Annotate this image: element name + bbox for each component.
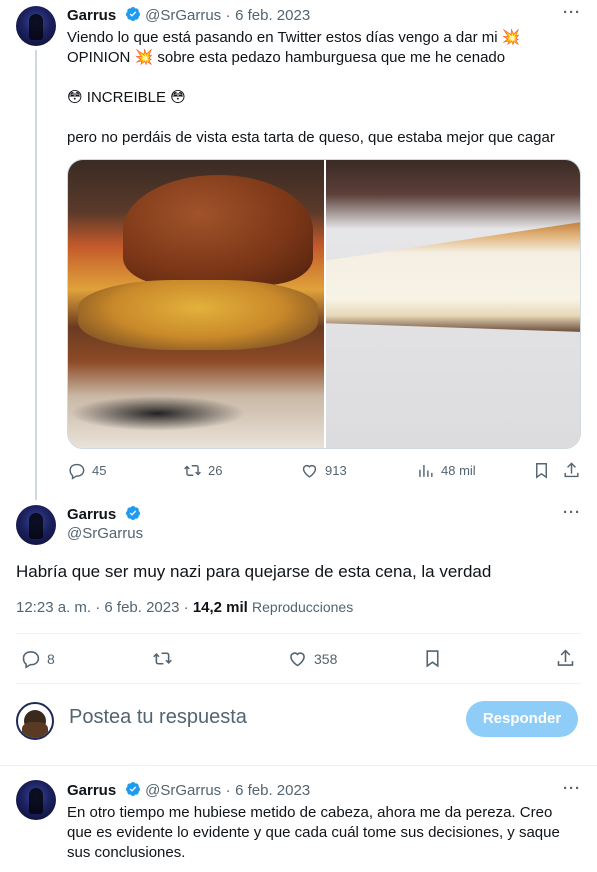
separator-dot: · [225, 782, 231, 799]
reply-icon [69, 463, 85, 480]
tweet-date[interactable]: 6 feb. 2023 [235, 782, 310, 799]
repost-icon [184, 465, 201, 476]
bookmark-icon [536, 463, 547, 479]
author-name[interactable]: Garrus [67, 7, 116, 24]
repost-icon [153, 652, 172, 665]
more-options-icon[interactable]: ··· [563, 780, 581, 797]
tweet-header: Garrus @SrGarrus · 6 feb. 2023 [67, 6, 310, 25]
tweet-date[interactable]: 6 feb. 2023 [235, 7, 310, 24]
user-avatar[interactable] [16, 702, 54, 740]
reply-count: 8 [47, 650, 55, 667]
tweet-text-line: pero no perdáis de vista esta tarta de q… [67, 129, 555, 146]
reply-submit-button[interactable]: Responder [466, 701, 578, 737]
cheesecake-photo[interactable] [326, 160, 580, 448]
main-tweet-text: Habría que ser muy nazi para quejarse de… [16, 562, 492, 581]
views-chart-icon [419, 464, 433, 477]
views-count: 48 mil [441, 463, 476, 478]
divider [16, 683, 581, 684]
repost-button[interactable]: 26 [183, 461, 222, 480]
tweet-media[interactable] [67, 159, 581, 449]
repost-count: 26 [208, 463, 223, 478]
author-avatar[interactable] [16, 505, 56, 545]
verified-badge-icon [125, 7, 140, 21]
reply-button[interactable]: 45 [67, 461, 106, 480]
share-icon [557, 649, 574, 666]
bookmark-button[interactable] [532, 461, 551, 480]
more-options-icon[interactable]: ··· [563, 504, 581, 521]
separator-dot: · [225, 7, 231, 24]
share-icon [564, 462, 579, 478]
separator-dot: · [95, 599, 101, 616]
views-label: Reproducciones [252, 599, 354, 615]
divider [16, 633, 581, 634]
main-tweet-author: Garrus [67, 505, 141, 524]
burger-photo[interactable] [68, 160, 324, 448]
views-count: 14,2 mil [192, 599, 248, 616]
verified-badge-icon [125, 782, 140, 796]
tweet-text-line: sus conclusiones. [67, 844, 186, 861]
like-count: 913 [325, 463, 347, 478]
verified-badge-icon [125, 506, 140, 520]
heart-icon [302, 464, 317, 478]
share-button[interactable] [555, 648, 576, 669]
tweet-time[interactable]: 12:23 a. m. [16, 599, 91, 616]
bookmark-icon [426, 650, 439, 668]
author-handle[interactable]: @SrGarrus [67, 525, 143, 542]
tweet-meta: 12:23 a. m. · 6 feb. 2023 · 14,2 mil Rep… [16, 599, 353, 616]
separator-dot: · [183, 599, 189, 616]
like-button[interactable]: 358 [287, 648, 337, 669]
views-button[interactable]: 48 mil [416, 461, 476, 480]
share-button[interactable] [562, 461, 581, 480]
author-avatar[interactable] [16, 780, 56, 820]
bookmark-button[interactable] [422, 648, 443, 669]
tweet-text-line: que es evidente lo evidente y que cada c… [67, 824, 560, 841]
reply-input[interactable]: Postea tu respuesta [69, 706, 247, 729]
reply-count: 45 [92, 463, 107, 478]
like-count: 358 [314, 650, 338, 667]
tweet-text-line: OPINION 💥 sobre esta pedazo hamburguesa … [67, 49, 506, 66]
author-name[interactable]: Garrus [67, 782, 116, 799]
repost-button[interactable] [152, 648, 173, 669]
like-button[interactable]: 913 [300, 461, 347, 480]
tweet-header: Garrus @SrGarrus · 6 feb. 2023 [67, 781, 310, 800]
author-avatar[interactable] [16, 6, 56, 46]
more-options-icon[interactable]: ··· [563, 4, 581, 21]
divider [0, 765, 597, 766]
author-name[interactable]: Garrus [67, 506, 116, 523]
tweet-text-line: En otro tiempo me hubiese metido de cabe… [67, 804, 553, 821]
heart-icon [290, 652, 305, 667]
tweet-date[interactable]: 6 feb. 2023 [104, 599, 179, 616]
author-handle[interactable]: @SrGarrus [145, 782, 221, 799]
thread-line [35, 50, 37, 500]
author-handle[interactable]: @SrGarrus [145, 7, 221, 24]
reply-button[interactable]: 8 [20, 648, 55, 669]
tweet-text-line: Viendo lo que está pasando en Twitter es… [67, 29, 521, 46]
reply-icon [22, 651, 40, 669]
tweet-text-line: 😳 INCREIBLE 😳 [67, 89, 186, 106]
